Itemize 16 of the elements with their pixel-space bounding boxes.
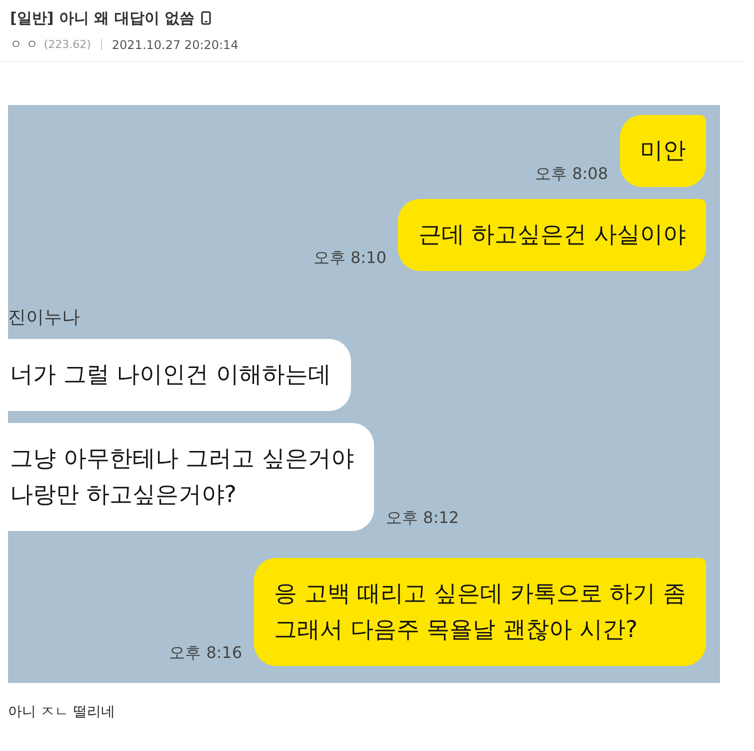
- message-bubble: 너가 그럴 나이인건 이해하는데: [8, 339, 351, 411]
- message-time: 오후 8:10: [313, 248, 386, 269]
- post-date: 2021.10.27 20:20:14: [112, 38, 238, 52]
- message-bubble: 응 고백 때리고 싶은데 카톡으로 하기 좀 그래서 다음주 목욜날 괜찮아 시간?: [254, 558, 706, 666]
- author-ip: (223.62): [44, 38, 91, 51]
- message-time: 오후 8:08: [534, 164, 608, 185]
- author-name[interactable]: ㅇ ㅇ: [10, 36, 38, 53]
- post-title: [일반] 아니 왜 대답이 없씀: [10, 8, 195, 28]
- post-text: 아니 ㅈㄴ 떨리네: [8, 704, 115, 720]
- phone-icon: [200, 11, 211, 25]
- message-bubble: 근데 하고싶은건 사실이야: [398, 199, 706, 271]
- message-time: 오후 8:16: [169, 643, 242, 664]
- message-bubble: 그냥 아무한테나 그러고 싶은거야 나랑만 하고싶은거야?: [8, 423, 374, 531]
- message-time: 오후 8:12: [386, 508, 459, 529]
- message-bubble: 미안: [620, 115, 706, 187]
- sender-name: 진이누나: [8, 306, 81, 329]
